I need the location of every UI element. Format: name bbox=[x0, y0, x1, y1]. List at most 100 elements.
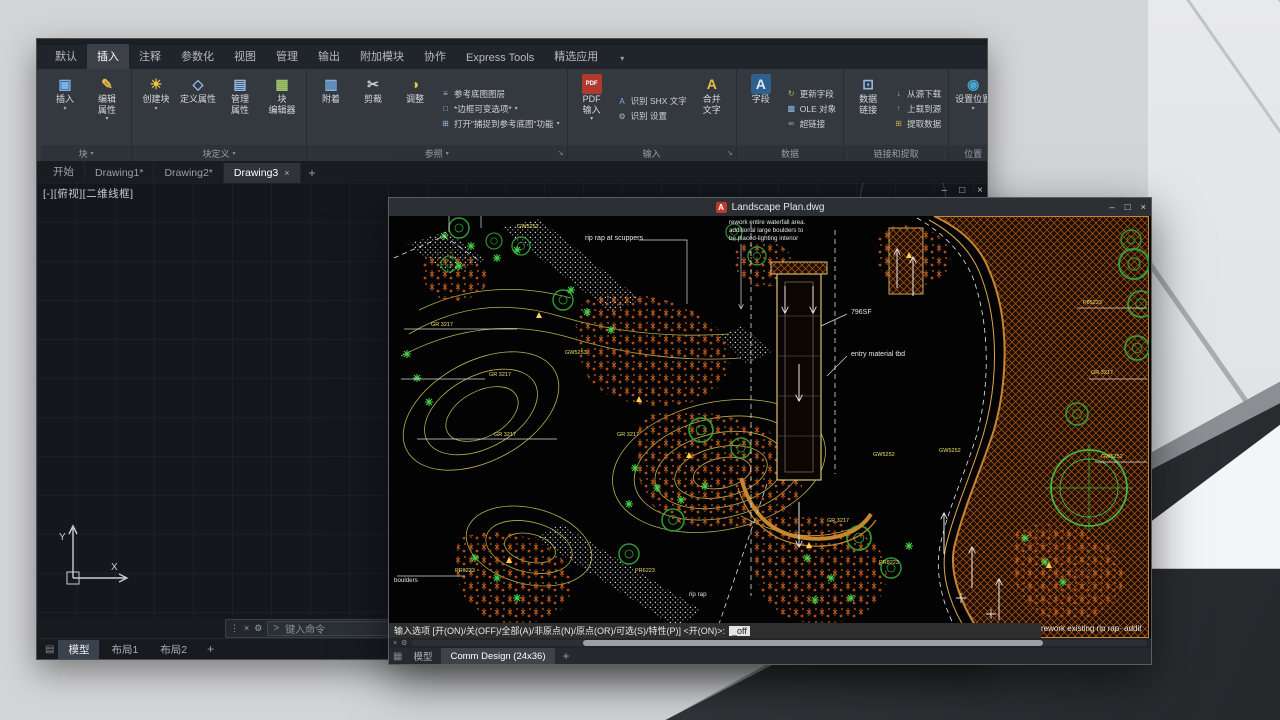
plant-id-label: GR 3217 bbox=[827, 518, 849, 524]
file-tab-drawing1[interactable]: Drawing1* bbox=[85, 163, 154, 183]
block-editor-button[interactable]: ▦块编辑器 bbox=[262, 72, 302, 145]
button-label: 更新字段 bbox=[800, 88, 834, 100]
close-icon[interactable]: × bbox=[1140, 202, 1146, 213]
ribbon-tab-10[interactable]: Express Tools bbox=[456, 48, 544, 69]
set-location-icon: ◉ bbox=[963, 74, 983, 94]
viewport-controls-label[interactable]: [-][俯视][二维线框] bbox=[43, 186, 134, 201]
recognition-settings-button[interactable]: ⚙识别 设置 bbox=[617, 110, 687, 122]
plant-id-label: GW5252 bbox=[873, 452, 895, 458]
ribbon-tab-5[interactable]: 视图 bbox=[224, 44, 266, 69]
snap-to-underlay-button[interactable]: ⊞打开"捕捉到参考底图"功能▾ bbox=[440, 118, 560, 130]
panel-title[interactable]: 块▾ bbox=[41, 145, 131, 161]
minimize-icon[interactable]: – bbox=[1109, 202, 1114, 213]
file-tab-drawing2[interactable]: Drawing2* bbox=[154, 163, 223, 183]
floating-title-bar[interactable]: A Landscape Plan.dwg – □ × bbox=[389, 198, 1151, 216]
underlay-layers-button[interactable]: ≡参考底图图层 bbox=[440, 88, 560, 100]
new-drawing-tab-button[interactable]: + bbox=[301, 163, 324, 183]
layout-tab-布局1[interactable]: 布局1 bbox=[101, 640, 148, 659]
horizontal-scrollbar[interactable] bbox=[411, 640, 1147, 646]
edit-attributes-button[interactable]: ✎编辑属性▾ bbox=[87, 72, 127, 145]
button-label: 参考底图图层 bbox=[454, 88, 505, 100]
landscape-plan-canvas[interactable]: GW5252GR 3217GR 3217GW5253GR 3217GR 3217… bbox=[389, 216, 1151, 638]
button-label: 创建块 bbox=[142, 95, 169, 105]
hyperlink-button[interactable]: ∞超链接 bbox=[786, 118, 836, 130]
define-attributes-button[interactable]: ◇定义属性 bbox=[178, 72, 218, 145]
ribbon-tab-7[interactable]: 输出 bbox=[308, 44, 350, 69]
ribbon-tab-2[interactable]: 插入 bbox=[87, 44, 129, 69]
panel-title[interactable]: 位置 bbox=[949, 145, 987, 161]
hyperlink-icon: ∞ bbox=[786, 118, 797, 129]
restore-icon[interactable]: □ bbox=[959, 185, 965, 196]
button-label: 链接 bbox=[859, 106, 877, 116]
clip-button[interactable]: ✂剪裁 bbox=[353, 72, 393, 145]
close-icon[interactable]: × bbox=[977, 185, 983, 196]
command-prompt-line[interactable]: 输入选项 [开(ON)/关(OFF)/全部(A)/非原点(N)/原点(OR)/可… bbox=[389, 623, 1041, 638]
button-label: 从源下载 bbox=[907, 88, 941, 100]
panel-title-label: 输入 bbox=[643, 147, 661, 160]
ucs-x-label: X bbox=[111, 562, 118, 573]
ribbon-tab-1[interactable]: 默认 bbox=[45, 44, 87, 69]
dropdown-arrow-icon: ▾ bbox=[557, 121, 560, 127]
panel-title[interactable]: 输入 ↘ bbox=[568, 145, 736, 161]
panel-title[interactable]: 链接和提取 bbox=[844, 145, 948, 161]
ribbon-panel: ◉设置位置▾位置 bbox=[949, 69, 987, 161]
panel-title[interactable]: 块定义▾ bbox=[132, 145, 306, 161]
recognition-settings-icon: ⚙ bbox=[617, 111, 628, 122]
close-command-icon[interactable]: × bbox=[393, 640, 397, 647]
panel-title[interactable]: 数据 bbox=[737, 145, 843, 161]
layout-tab-模型[interactable]: 模型 bbox=[58, 640, 99, 659]
ribbon-display-toggle[interactable]: ▾ bbox=[614, 48, 630, 69]
field-button[interactable]: A字段 bbox=[741, 72, 781, 145]
frame-options-button[interactable]: □*边框可变选项*▾ bbox=[440, 103, 560, 115]
update-fields-button[interactable]: ↻更新字段 bbox=[786, 88, 836, 100]
extract-data-button[interactable]: ⊞提取数据 bbox=[893, 118, 941, 130]
set-location-button[interactable]: ◉设置位置▾ bbox=[953, 72, 987, 145]
file-tab-drawing3[interactable]: Drawing3× bbox=[224, 163, 301, 183]
layout-tab-comm-design-24x36-[interactable]: Comm Design (24x36) bbox=[441, 648, 554, 664]
plant-id-label: GR 3217 bbox=[489, 372, 511, 378]
layout-tab--[interactable]: 模型 bbox=[404, 648, 441, 664]
ribbon-tab-6[interactable]: 管理 bbox=[266, 44, 308, 69]
ribbon-tab-4[interactable]: 参数化 bbox=[171, 44, 224, 69]
customize-icon[interactable]: ⚙ bbox=[254, 623, 262, 634]
manage-attributes-icon: ▤ bbox=[230, 74, 250, 94]
ribbon-tab-9[interactable]: 协作 bbox=[414, 44, 456, 69]
new-layout-button[interactable]: + bbox=[555, 646, 578, 666]
attach-reference-button[interactable]: ▥附着 bbox=[311, 72, 351, 145]
close-command-icon[interactable]: × bbox=[244, 623, 249, 633]
upload-to-source-button[interactable]: ↑上载到源 bbox=[893, 103, 941, 115]
file-tab-[interactable]: 开始 bbox=[43, 160, 85, 183]
ribbon-panel: PDFPDF输入▾ A识别 SHX 文字 ⚙识别 设置 A合并文字输入 ↘ bbox=[568, 69, 737, 161]
block-editor-icon: ▦ bbox=[272, 74, 292, 94]
manage-attributes-button[interactable]: ▤管理属性 bbox=[220, 72, 260, 145]
customize-icon[interactable]: ⚙ bbox=[401, 639, 407, 647]
maximize-icon[interactable]: □ bbox=[1125, 202, 1131, 213]
dropdown-arrow-icon: ▾ bbox=[154, 106, 157, 112]
recognize-shx-text-button[interactable]: A识别 SHX 文字 bbox=[617, 95, 687, 107]
adjust-button[interactable]: ◑调整 bbox=[395, 72, 435, 145]
plant-id-label: GR 3217 bbox=[494, 432, 516, 438]
ribbon-tab-3[interactable]: 注释 bbox=[129, 44, 171, 69]
pdf-import-button[interactable]: PDFPDF输入▾ bbox=[572, 72, 612, 145]
dialog-launcher-icon[interactable]: ↘ bbox=[727, 149, 733, 157]
new-layout-button[interactable]: + bbox=[199, 639, 222, 659]
grip-icon[interactable]: ⋮ bbox=[230, 623, 239, 634]
insert-block-button[interactable]: ▣插入▾ bbox=[45, 72, 85, 145]
dialog-launcher-icon[interactable]: ↘ bbox=[558, 149, 564, 157]
ribbon-tab-bar: 默认插入注释参数化视图管理输出附加模块协作Express Tools精选应用 ▾ bbox=[37, 45, 987, 69]
button-label: 调整 bbox=[406, 95, 424, 105]
file-tab-label: 开始 bbox=[53, 164, 74, 179]
ole-object-button[interactable]: ▩OLE 对象 bbox=[786, 103, 836, 115]
close-tab-icon[interactable]: × bbox=[284, 168, 289, 178]
ribbon-tab-11[interactable]: 精选应用 bbox=[544, 44, 608, 69]
ribbon-panel: ☀创建块▾◇定义属性▤管理属性▦块编辑器块定义▾ bbox=[132, 69, 307, 161]
combine-text-button[interactable]: A合并文字 bbox=[692, 72, 732, 145]
download-from-source-button[interactable]: ↓从源下载 bbox=[893, 88, 941, 100]
layout-tab-布局2[interactable]: 布局2 bbox=[150, 640, 197, 659]
dropdown-arrow-icon: ▾ bbox=[63, 106, 66, 112]
ribbon-tab-8[interactable]: 附加模块 bbox=[350, 44, 414, 69]
scrollbar-thumb[interactable] bbox=[583, 640, 1043, 646]
create-block-button[interactable]: ☀创建块▾ bbox=[136, 72, 176, 145]
data-link-button[interactable]: ⊡数据链接 bbox=[848, 72, 888, 145]
panel-title[interactable]: 参照▾↘ bbox=[307, 145, 567, 161]
